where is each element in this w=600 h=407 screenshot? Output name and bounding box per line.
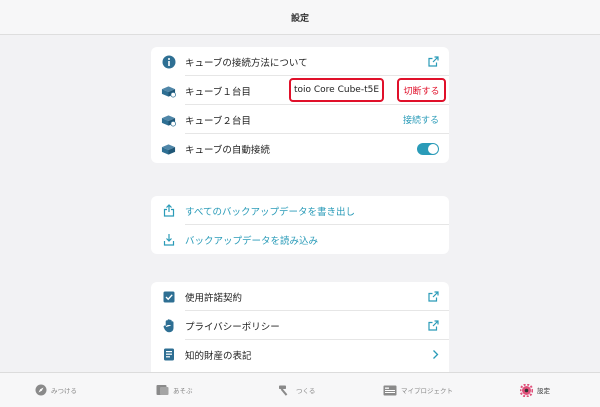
privacy-policy-label: プライバシーポリシー: [185, 321, 280, 333]
cartridge-icon: [156, 384, 169, 396]
cube-icon: [161, 141, 176, 156]
tab-my-projects[interactable]: マイプロジェクト: [383, 373, 453, 407]
cube1-row: キューブ１台目 toio Core Cube-t5E 切断する: [151, 76, 449, 105]
cube2-row: キューブ２台目 接続する: [151, 105, 449, 134]
export-backup-label: すべてのバックアップデータを書き出し: [185, 206, 355, 218]
auto-connect-row: キューブの自動接続: [151, 134, 449, 163]
auto-connect-toggle[interactable]: [417, 134, 439, 163]
intellectual-property-row[interactable]: 知的財産の表記: [151, 340, 449, 369]
cube-icon: [161, 112, 176, 127]
page-title: 設定: [290, 14, 309, 24]
cube2-connect-button[interactable]: 接続する: [403, 105, 439, 134]
document-icon: [161, 347, 176, 362]
tab-discover[interactable]: みつける: [35, 373, 77, 407]
checkbox-icon: [161, 289, 176, 304]
folder-icon: [383, 385, 397, 396]
header-bar: 設定: [0, 0, 600, 35]
cube-settings-card: キューブの接続方法について キューブ１台目 toio Core Cube-t5E…: [151, 47, 449, 163]
tab-settings[interactable]: 設定: [520, 373, 550, 407]
license-agreement-row[interactable]: 使用許諾契約: [151, 282, 449, 311]
cube1-device-name: toio Core Cube-t5E: [289, 78, 384, 102]
hand-icon: [161, 318, 176, 333]
legal-card: 使用許諾契約 プライバシーポリシー 知的財産の表記: [151, 282, 449, 372]
cube1-disconnect-button[interactable]: 切断する: [397, 78, 446, 102]
compass-icon: [35, 384, 47, 396]
backup-card: すべてのバックアップデータを書き出し バックアップデータを読み込み: [151, 196, 449, 254]
hammer-icon: [278, 384, 292, 396]
import-backup-row[interactable]: バックアップデータを読み込み: [151, 225, 449, 254]
chevron-right-icon[interactable]: [432, 340, 439, 369]
cube2-label: キューブ２台目: [185, 115, 251, 127]
cube-icon: [161, 83, 176, 98]
info-icon: [161, 54, 176, 69]
cube1-label: キューブ１台目: [185, 86, 251, 98]
cube-connection-help-row[interactable]: キューブの接続方法について: [151, 47, 449, 76]
external-link-icon[interactable]: [428, 282, 439, 311]
tab-create[interactable]: つくる: [278, 373, 315, 407]
download-import-icon: [161, 232, 176, 247]
external-link-icon[interactable]: [428, 311, 439, 340]
tab-bar: みつける あそぶ つくる マイプロジェクト 設定: [0, 372, 600, 407]
intellectual-property-label: 知的財産の表記: [185, 350, 252, 362]
external-link-icon[interactable]: [428, 47, 439, 76]
auto-connect-label: キューブの自動接続: [185, 144, 270, 156]
license-agreement-label: 使用許諾契約: [185, 292, 243, 304]
privacy-policy-row[interactable]: プライバシーポリシー: [151, 311, 449, 340]
share-export-icon: [161, 203, 176, 218]
export-backup-row[interactable]: すべてのバックアップデータを書き出し: [151, 196, 449, 225]
import-backup-label: バックアップデータを読み込み: [185, 235, 319, 247]
gear-icon: [520, 383, 533, 397]
cube-connection-help-label: キューブの接続方法について: [185, 57, 308, 69]
tab-play[interactable]: あそぶ: [156, 373, 193, 407]
